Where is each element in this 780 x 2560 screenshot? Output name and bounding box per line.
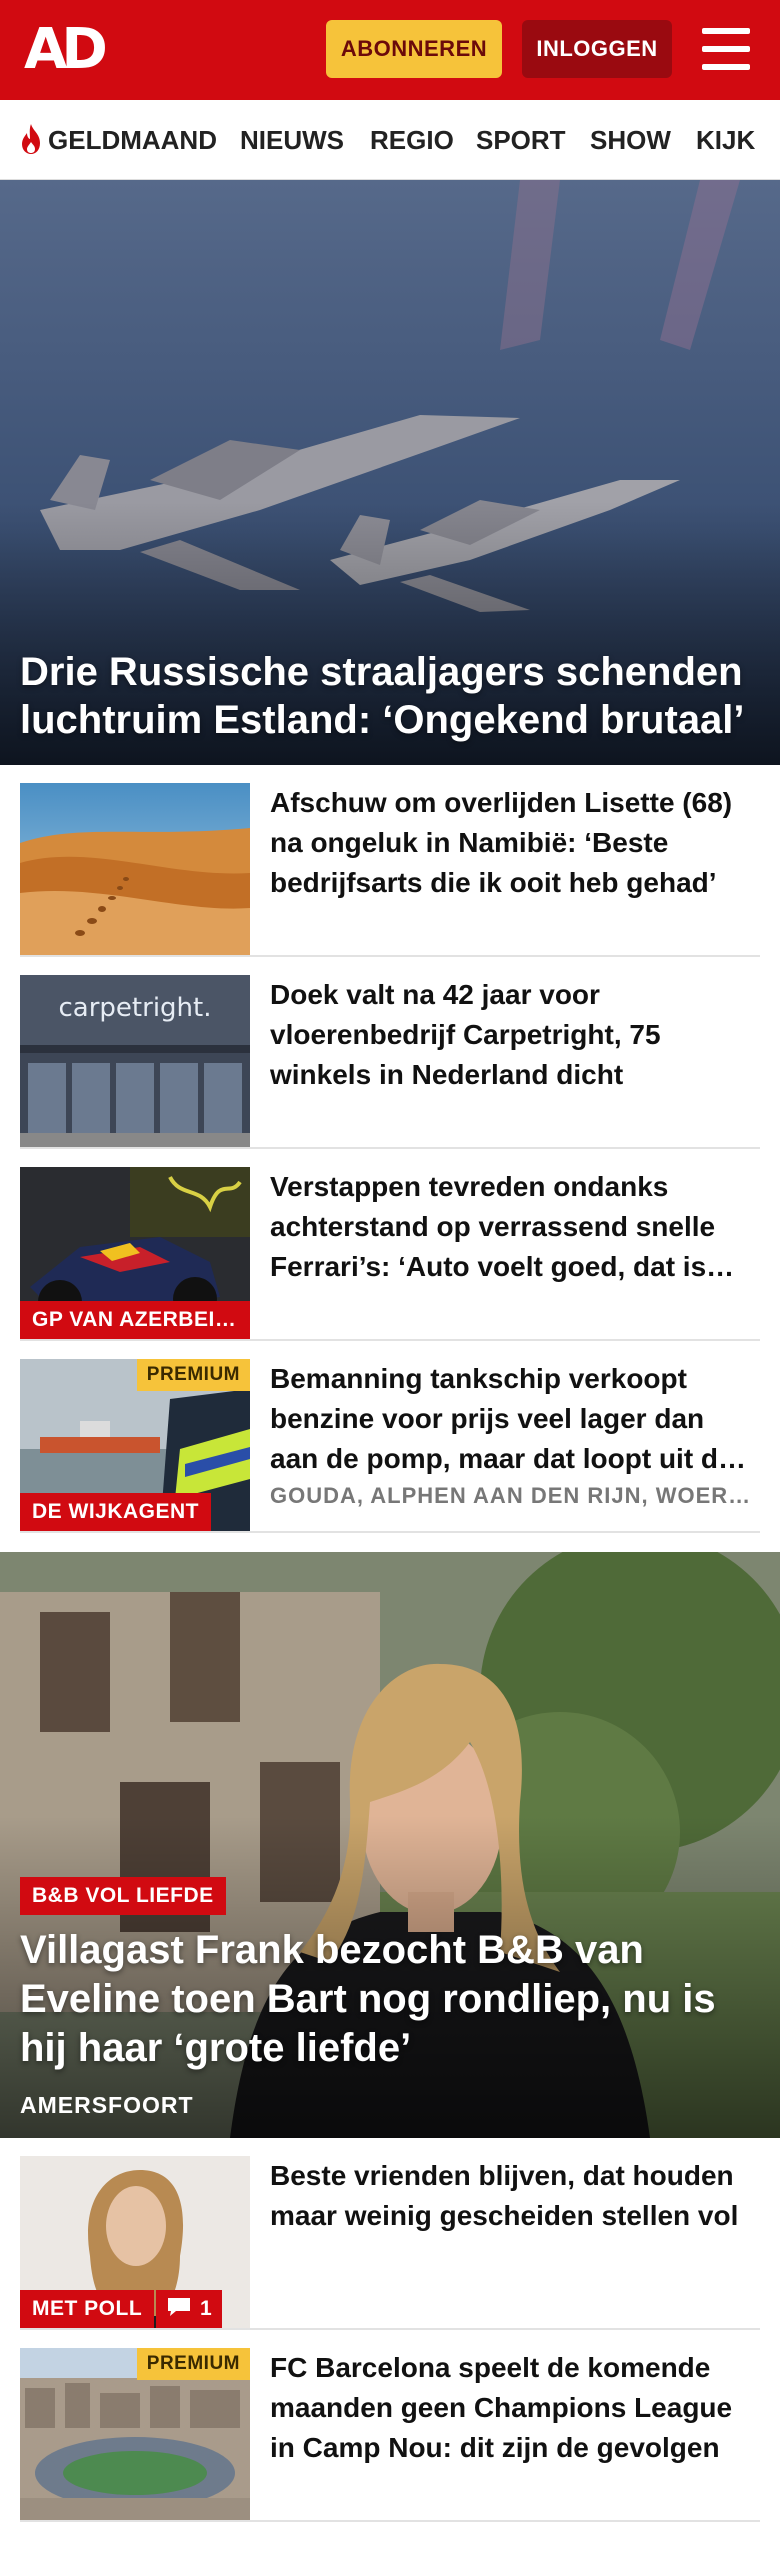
nav-item-kijk[interactable]: KIJK bbox=[696, 100, 755, 179]
site-header: AD ABONNEREN INLOGGEN bbox=[0, 0, 780, 100]
article-label: MET POLL bbox=[20, 2290, 155, 2328]
comment-icon bbox=[168, 2298, 190, 2317]
article-row[interactable]: PREMIUM DE WIJKAGENT Bemanning tankschip… bbox=[20, 1341, 760, 1533]
nav-item-geldmaand[interactable]: GELDMAAND bbox=[18, 100, 217, 179]
hamburger-menu-icon[interactable] bbox=[700, 24, 752, 76]
nav-label: GELDMAAND bbox=[48, 125, 217, 155]
article-row[interactable]: GP VAN AZERBEIDZJAN Verstappen tevreden … bbox=[20, 1149, 760, 1341]
article-row[interactable]: PREMIUM FC Barcelona speelt de komende m… bbox=[20, 2330, 760, 2522]
feature-article[interactable]: B&B VOL LIEFDE Villagast Frank bezocht B… bbox=[0, 1552, 780, 2138]
feature-title[interactable]: Villagast Frank bezocht B&B van Eveline … bbox=[20, 1926, 750, 2073]
section-nav: GELDMAAND NIEUWS REGIO SPORT SHOW KIJK bbox=[0, 100, 780, 180]
article-thumbnail: GP VAN AZERBEIDZJAN bbox=[20, 1167, 250, 1339]
feature-location: AMERSFOORT bbox=[20, 2092, 194, 2118]
comment-count: 1 bbox=[200, 2297, 212, 2320]
article-thumbnail: MET POLL 1 bbox=[20, 2156, 250, 2328]
nav-item-sport[interactable]: SPORT bbox=[476, 100, 566, 179]
hero-article[interactable]: Drie Russische straaljagers schenden luc… bbox=[0, 180, 780, 765]
login-button[interactable]: INLOGGEN bbox=[522, 20, 672, 78]
article-title[interactable]: Doek valt na 42 jaar voor vloerenbedrijf… bbox=[270, 975, 760, 1095]
desert-image bbox=[20, 783, 250, 955]
article-row[interactable]: MET POLL 1 Beste vrienden blijven, dat h… bbox=[20, 2138, 760, 2330]
feature-tag: B&B VOL LIEFDE bbox=[20, 1877, 226, 1915]
nav-item-regio[interactable]: REGIO bbox=[370, 100, 454, 179]
article-label: DE WIJKAGENT bbox=[20, 1493, 212, 1531]
nav-item-show[interactable]: SHOW bbox=[590, 100, 671, 179]
hero-title[interactable]: Drie Russische straaljagers schenden luc… bbox=[20, 648, 760, 744]
article-thumbnail bbox=[20, 783, 250, 955]
premium-badge: PREMIUM bbox=[136, 2348, 250, 2380]
article-row[interactable]: Afschuw om overlijden Lisette (68) na on… bbox=[20, 765, 760, 957]
storefront-sign-text: carpetright. bbox=[58, 993, 212, 1023]
article-title[interactable]: Afschuw om overlijden Lisette (68) na on… bbox=[270, 783, 760, 903]
article-location: GOUDA, ALPHEN AAN DEN RIJN, WOERDEN bbox=[270, 1483, 760, 1508]
article-thumbnail: carpetright. bbox=[20, 975, 250, 1147]
article-title[interactable]: FC Barcelona speelt de komende maanden g… bbox=[270, 2348, 760, 2468]
article-title[interactable]: Beste vrienden blijven, dat houden maar … bbox=[270, 2156, 760, 2236]
ad-logo[interactable]: AD bbox=[24, 22, 120, 78]
article-thumbnail: PREMIUM DE WIJKAGENT bbox=[20, 1359, 250, 1531]
article-label: GP VAN AZERBEIDZJAN bbox=[20, 1301, 250, 1339]
comment-count-badge[interactable]: 1 bbox=[156, 2290, 222, 2328]
article-row[interactable]: carpetright. Doek valt na 42 jaar voor v… bbox=[20, 957, 760, 1149]
article-thumbnail: PREMIUM bbox=[20, 2348, 250, 2520]
article-title[interactable]: Verstappen tevreden ondanks achterstand … bbox=[270, 1167, 760, 1287]
flame-icon bbox=[22, 124, 40, 155]
article-title[interactable]: Bemanning tankschip verkoopt benzine voo… bbox=[270, 1359, 760, 1479]
nav-item-nieuws[interactable]: NIEUWS bbox=[240, 100, 344, 179]
premium-badge: PREMIUM bbox=[136, 1359, 250, 1391]
subscribe-button[interactable]: ABONNEREN bbox=[326, 20, 502, 78]
